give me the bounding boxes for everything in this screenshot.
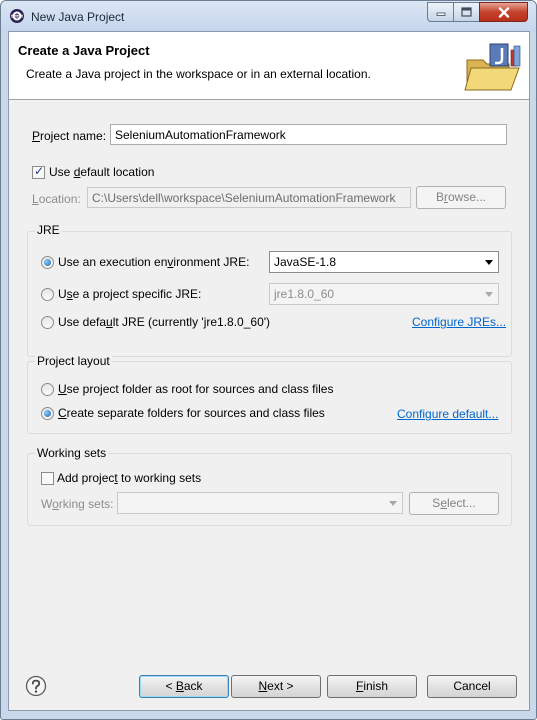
layout-separate-folders-label[interactable]: Create separate folders for sources and … bbox=[58, 406, 325, 420]
location-input[interactable]: C:\Users\dell\workspace\SeleniumAutomati… bbox=[87, 187, 411, 208]
next-button[interactable]: Next > bbox=[231, 675, 321, 698]
java-project-folder-icon bbox=[457, 40, 525, 96]
project-layout-group-label: Project layout bbox=[35, 354, 112, 368]
browse-button[interactable]: Browse... bbox=[416, 186, 506, 209]
add-to-working-sets-checkbox[interactable] bbox=[41, 472, 54, 485]
minimize-icon bbox=[436, 12, 445, 16]
close-button[interactable] bbox=[479, 2, 528, 22]
title-bar[interactable]: New Java Project bbox=[1, 1, 536, 31]
layout-separate-folders-radio[interactable] bbox=[41, 407, 54, 420]
dialog-client: Create a Java Project Create a Java proj… bbox=[8, 31, 530, 711]
jre-execution-env-radio[interactable] bbox=[41, 256, 54, 269]
project-name-label: Project name: bbox=[32, 129, 107, 143]
maximize-icon bbox=[461, 7, 472, 17]
use-default-location-label[interactable]: Use default location bbox=[49, 165, 154, 179]
project-name-input[interactable]: SeleniumAutomationFramework bbox=[110, 124, 507, 145]
cancel-button[interactable]: Cancel bbox=[427, 675, 517, 698]
wizard-banner: Create a Java Project Create a Java proj… bbox=[9, 32, 529, 100]
minimize-button[interactable] bbox=[427, 2, 454, 22]
project-specific-jre-value: jre1.8.0_60 bbox=[274, 287, 335, 301]
banner-description: Create a Java project in the workspace o… bbox=[26, 67, 371, 81]
working-sets-label: Working sets: bbox=[41, 497, 114, 511]
configure-default-link[interactable]: Configure default... bbox=[397, 407, 498, 421]
layout-root-folder-radio[interactable] bbox=[41, 383, 54, 396]
back-button[interactable]: < Back bbox=[139, 675, 229, 698]
configure-jres-link[interactable]: Configure JREs... bbox=[412, 315, 506, 329]
use-default-location-checkbox[interactable] bbox=[32, 164, 45, 179]
working-sets-group bbox=[27, 453, 512, 526]
help-icon[interactable] bbox=[25, 675, 47, 697]
chevron-down-icon bbox=[485, 260, 493, 265]
dialog-window: New Java Project Create a Java Project C… bbox=[0, 0, 537, 720]
execution-env-combo[interactable]: JavaSE-1.8 bbox=[269, 251, 499, 273]
location-label: Location: bbox=[32, 192, 81, 206]
working-sets-group-label: Working sets bbox=[35, 446, 109, 460]
jre-default-radio[interactable] bbox=[41, 316, 54, 329]
add-to-working-sets-label[interactable]: Add project to working sets bbox=[57, 471, 201, 485]
working-sets-combo[interactable] bbox=[117, 492, 403, 514]
project-specific-jre-combo[interactable]: jre1.8.0_60 bbox=[269, 283, 499, 305]
finish-button[interactable]: Finish bbox=[327, 675, 417, 698]
window-title: New Java Project bbox=[31, 10, 125, 24]
jre-default-label[interactable]: Use default JRE (currently 'jre1.8.0_60'… bbox=[58, 315, 270, 329]
layout-root-folder-label[interactable]: Use project folder as root for sources a… bbox=[58, 382, 333, 396]
project-layout-group bbox=[27, 361, 512, 434]
banner-title: Create a Java Project bbox=[18, 43, 150, 58]
maximize-button[interactable] bbox=[453, 2, 480, 22]
jre-execution-env-label[interactable]: Use an execution environment JRE: bbox=[58, 255, 249, 269]
chevron-down-icon bbox=[485, 292, 493, 297]
select-working-sets-button[interactable]: Select... bbox=[409, 492, 499, 515]
jre-group-label: JRE bbox=[35, 223, 62, 237]
close-icon bbox=[498, 6, 509, 18]
jre-project-specific-label[interactable]: Use a project specific JRE: bbox=[58, 287, 201, 301]
eclipse-app-icon bbox=[10, 9, 24, 23]
chevron-down-icon bbox=[389, 501, 397, 506]
jre-project-specific-radio[interactable] bbox=[41, 288, 54, 301]
execution-env-value: JavaSE-1.8 bbox=[274, 255, 337, 269]
